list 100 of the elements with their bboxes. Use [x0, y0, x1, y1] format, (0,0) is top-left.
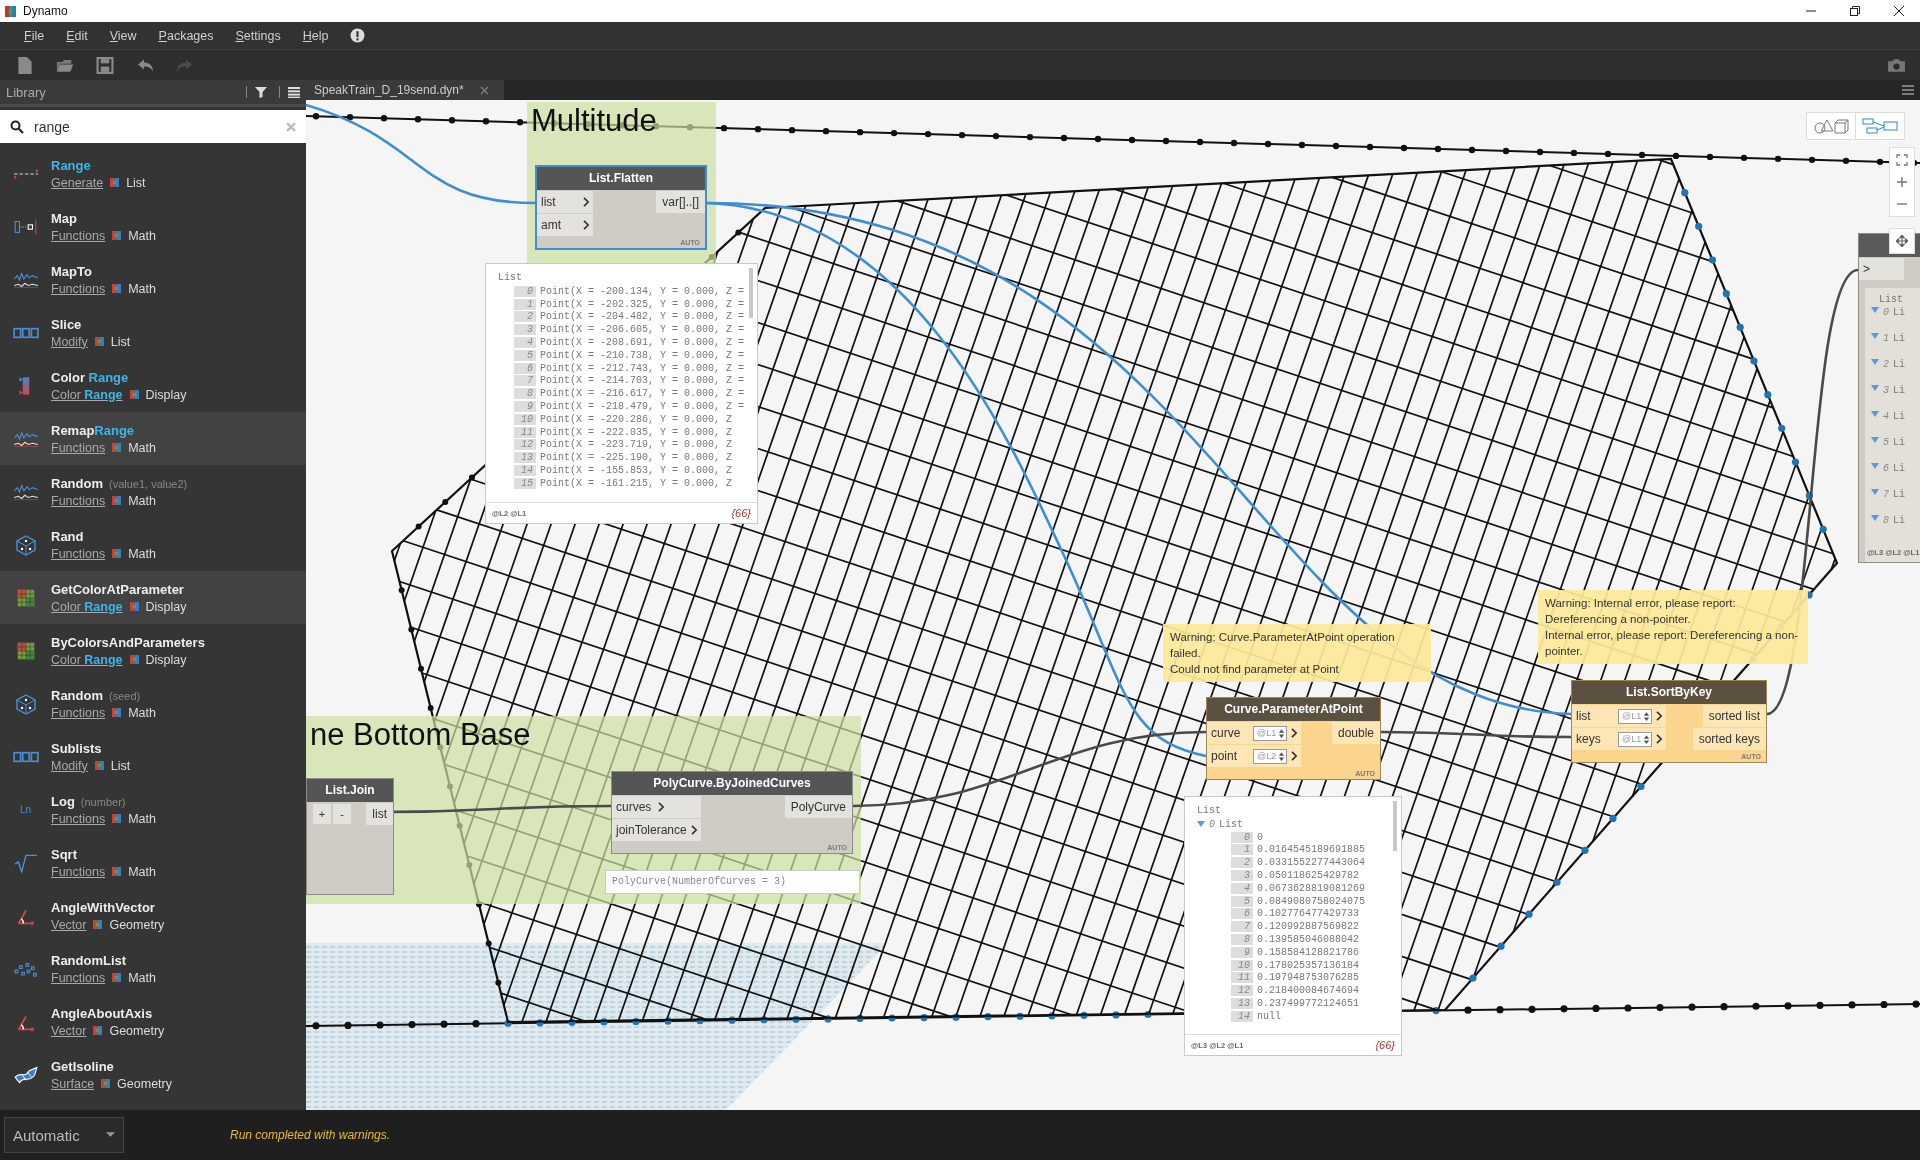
index-label: 11 [514, 426, 536, 438]
menu-item[interactable]: Edit [58, 25, 102, 46]
library-item[interactable]: AngleAboutAxis Vector Geometry [0, 995, 306, 1048]
index-label: 5 [1231, 895, 1253, 907]
library-item[interactable]: Random (seed) Functions Math [0, 677, 306, 730]
category-link[interactable]: Color Range [51, 652, 123, 667]
input-port[interactable]: keys @L1 [1572, 728, 1667, 750]
category-link[interactable]: Modify [51, 334, 88, 349]
category-link[interactable]: Functions [51, 493, 106, 508]
input-port[interactable]: > [1859, 258, 1904, 280]
input-port[interactable]: point @L2 [1207, 745, 1302, 767]
output-port[interactable]: sorted keys [1692, 728, 1766, 750]
item-name: AngleAboutAxis [51, 1005, 153, 1021]
item-name: Sublists [51, 740, 102, 756]
list-value: 0.0164545189691885 [1257, 844, 1366, 856]
menu-item[interactable]: File [16, 25, 59, 46]
menu-item[interactable]: Packages [150, 25, 228, 46]
index-label: 6 [1231, 908, 1253, 920]
library-item[interactable]: Sqrt Functions Math [0, 836, 306, 889]
group-label: Math [128, 811, 156, 826]
library-item[interactable]: AngleWithVector Vector Geometry [0, 889, 306, 942]
library-item[interactable]: GetIsoline Surface Geometry [0, 1048, 306, 1101]
list-value: Li [1893, 385, 1906, 396]
library-item[interactable]: Random (value1, value2) Functions Math [0, 465, 306, 518]
library-item[interactable]: Map Functions Math [0, 200, 306, 253]
index-label: 12 [1231, 985, 1253, 997]
menu-item[interactable]: View [101, 25, 151, 46]
list-value: 0.197948753076285 [1257, 972, 1360, 984]
list-value: 0.139585046088042 [1257, 934, 1360, 946]
node-button[interactable]: + [313, 804, 331, 824]
library-item[interactable]: Sublists Modify List [0, 730, 306, 783]
file-tab[interactable]: SpeakTrain_D_19send.dyn* [306, 80, 504, 100]
category-link[interactable]: Functions [51, 864, 106, 879]
index-label: 3 [514, 324, 536, 336]
library-item[interactable]: ByColorsAndParameters Color Range Display [0, 624, 306, 677]
category-link[interactable]: Vector [51, 917, 87, 932]
library-item[interactable]: Range Generate List [0, 147, 306, 200]
category-link[interactable]: Modify [51, 758, 88, 773]
input-port[interactable]: list [537, 191, 593, 213]
output-port[interactable]: double [1331, 722, 1380, 744]
category-link[interactable]: Generate [51, 175, 104, 190]
node[interactable]: List.Join + - list [306, 778, 394, 895]
index-label: 8 [1883, 515, 1889, 526]
index-label: 5 [514, 349, 536, 361]
library-item[interactable]: Rand Functions Math [0, 518, 306, 571]
group-label: Geometry [109, 1023, 165, 1038]
category-link[interactable]: Functions [51, 228, 106, 243]
library-item[interactable]: Color Range Color Range Display [0, 359, 306, 412]
group-label: List [110, 758, 131, 773]
index-label: 1 [1883, 333, 1889, 344]
input-port[interactable]: list @L1 [1572, 705, 1667, 727]
library-item[interactable]: MapTo Functions Math [0, 253, 306, 306]
category-link[interactable]: Vector [51, 1023, 87, 1038]
category-link[interactable]: Functions [51, 970, 106, 985]
group-label: Display [145, 387, 187, 402]
item-name: Slice [51, 316, 82, 332]
output-port[interactable]: list [366, 803, 393, 825]
input-port[interactable]: curves [612, 796, 701, 818]
list-value: Li [1893, 411, 1906, 422]
index-label: 2 [1231, 857, 1253, 869]
output-port[interactable]: var[]..[] [656, 191, 705, 213]
group-label: Math [128, 281, 156, 296]
group-title: ne Bottom Base [310, 717, 531, 753]
output-port[interactable]: sorted list [1702, 705, 1766, 727]
run-mode-dropdown[interactable]: Automatic [4, 1117, 124, 1153]
library-item[interactable]: Slice Modify List [0, 306, 306, 359]
list-value: Point(X = -225.190, Y = 0.000, Z [540, 452, 733, 464]
category-link[interactable]: Color Range [51, 387, 123, 402]
group-label: Geometry [117, 1076, 172, 1091]
category-link[interactable]: Functions [51, 811, 106, 826]
list-value: 0.0331552277443064 [1257, 857, 1366, 869]
category-link[interactable]: Surface [51, 1076, 95, 1091]
index-label: 6 [1883, 463, 1889, 474]
output-port[interactable]: PolyCurve [784, 796, 852, 818]
category-link[interactable]: Functions [51, 546, 106, 561]
category-link[interactable]: Functions [51, 705, 106, 720]
index-label: 13 [1231, 998, 1253, 1010]
input-port[interactable]: joinTolerance [612, 819, 701, 841]
category-link[interactable]: Functions [51, 440, 106, 455]
library-item[interactable]: RemapRange Functions Math [0, 412, 306, 465]
node-button[interactable]: - [333, 804, 351, 824]
menu-item[interactable]: Settings [227, 25, 295, 46]
category-link[interactable]: Functions [51, 281, 106, 296]
category-link[interactable]: Color Range [51, 599, 123, 614]
input-port[interactable]: amt [537, 214, 593, 236]
list-value: 0.120992887569822 [1257, 921, 1360, 933]
library-item[interactable]: GetColorAtParameter Color Range Display [0, 571, 306, 624]
item-name: Sqrt [51, 846, 77, 862]
group-label: List [110, 334, 131, 349]
list-value: List [1219, 818, 1244, 830]
search-field[interactable]: range [0, 110, 306, 143]
input-port[interactable]: curve @L1 [1207, 722, 1302, 744]
list-header: List [1196, 805, 1222, 818]
item-name: MapTo [51, 263, 92, 279]
library-item[interactable]: RandomList Functions Math [0, 942, 306, 995]
library-item[interactable]: Ln Log (number) Functions Math [0, 783, 306, 836]
preview-text: PolyCurve(NumberOfCurves = 3) [605, 870, 860, 894]
menu-item[interactable]: Help [294, 25, 343, 46]
index-label: 14 [1231, 1010, 1253, 1022]
item-name: Rand [51, 528, 84, 544]
